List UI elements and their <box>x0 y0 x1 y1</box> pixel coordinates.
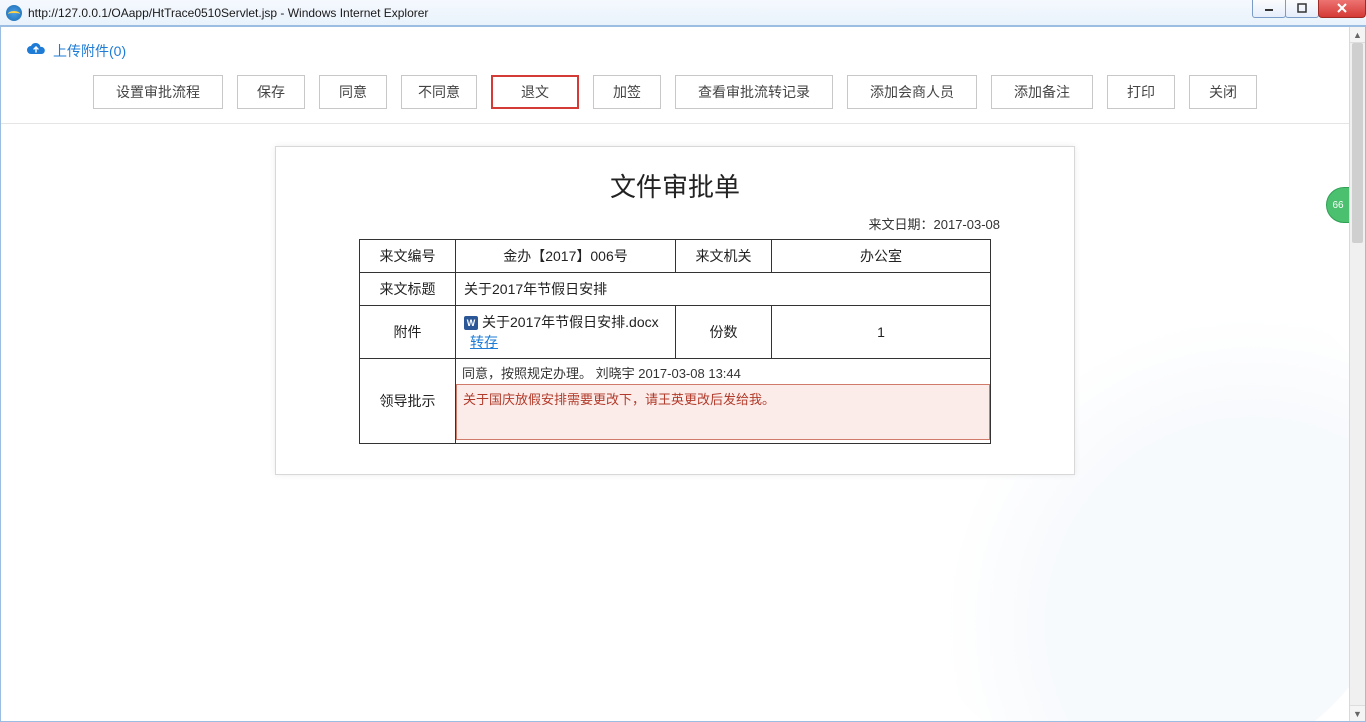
approval-table: 来文编号 金办【2017】006号 来文机关 办公室 来文标题 关于2017年节… <box>359 239 991 444</box>
view-log-button[interactable]: 查看审批流转记录 <box>675 75 833 109</box>
scroll-up-arrow[interactable]: ▲ <box>1350 27 1365 43</box>
attach-cell: W 关于2017年节假日安排.docx 转存 <box>456 306 676 359</box>
copies-value: 1 <box>772 306 991 359</box>
close-window-button[interactable] <box>1318 0 1366 18</box>
scroll-thumb[interactable] <box>1352 43 1363 243</box>
receive-date-value: 2017-03-08 <box>934 217 1001 232</box>
vertical-scrollbar[interactable]: ▲ ▼ <box>1349 27 1365 721</box>
sign-button[interactable]: 加签 <box>593 75 661 109</box>
page-content: 66 上传附件(0) 设置审批流程保存同意不同意退文加签查看审批流转记录添加会商… <box>1 27 1349 721</box>
window-controls <box>1253 0 1366 18</box>
table-row: 来文编号 金办【2017】006号 来文机关 办公室 <box>360 240 991 273</box>
maximize-button[interactable] <box>1285 0 1319 18</box>
approval-form-card: 文件审批单 来文日期：2017-03-08 来文编号 金办【2017】006号 … <box>275 146 1075 475</box>
add-member-button[interactable]: 添加会商人员 <box>847 75 977 109</box>
table-row: 领导批示 同意，按照规定办理。 刘晓宇 2017-03-08 13:44 <box>360 359 991 444</box>
org-label: 来文机关 <box>676 240 772 273</box>
instruction-textarea[interactable] <box>456 384 990 440</box>
action-toolbar: 设置审批流程保存同意不同意退文加签查看审批流转记录添加会商人员添加备注打印关闭 <box>1 71 1349 124</box>
table-row: 附件 W 关于2017年节假日安排.docx 转存 份数 1 <box>360 306 991 359</box>
org-value: 办公室 <box>772 240 991 273</box>
doc-no-value: 金办【2017】006号 <box>456 240 676 273</box>
doc-no-label: 来文编号 <box>360 240 456 273</box>
form-panel-area: 文件审批单 来文日期：2017-03-08 来文编号 金办【2017】006号 … <box>1 124 1349 708</box>
disagree-button[interactable]: 不同意 <box>401 75 477 109</box>
window-title: http://127.0.0.1/OAapp/HtTrace0510Servle… <box>28 6 428 20</box>
minimize-button[interactable] <box>1252 0 1286 18</box>
attach-label: 附件 <box>360 306 456 359</box>
save-button[interactable]: 保存 <box>237 75 305 109</box>
print-button[interactable]: 打印 <box>1107 75 1175 109</box>
viewport: 66 上传附件(0) 设置审批流程保存同意不同意退文加签查看审批流转记录添加会商… <box>0 26 1366 722</box>
instruction-label: 领导批示 <box>360 359 456 444</box>
table-row: 来文标题 关于2017年节假日安排 <box>360 273 991 306</box>
attach-save-link[interactable]: 转存 <box>470 334 498 350</box>
upload-row: 上传附件(0) <box>1 27 1349 71</box>
return-button[interactable]: 退文 <box>491 75 579 109</box>
attach-filename[interactable]: 关于2017年节假日安排.docx <box>482 314 659 330</box>
receive-date-label: 来文日期： <box>868 217 933 232</box>
previous-instruction: 同意，按照规定办理。 刘晓宇 2017-03-08 13:44 <box>456 359 990 384</box>
instruction-cell: 同意，按照规定办理。 刘晓宇 2017-03-08 13:44 <box>456 359 991 444</box>
ie-icon <box>6 5 22 21</box>
upload-attachment-link[interactable]: 上传附件(0) <box>53 41 126 61</box>
form-title: 文件审批单 <box>304 167 1046 204</box>
subject-label: 来文标题 <box>360 273 456 306</box>
agree-button[interactable]: 同意 <box>319 75 387 109</box>
copies-label: 份数 <box>676 306 772 359</box>
add-note-button[interactable]: 添加备注 <box>991 75 1093 109</box>
set-flow-button[interactable]: 设置审批流程 <box>93 75 223 109</box>
scroll-down-arrow[interactable]: ▼ <box>1350 705 1365 721</box>
word-file-icon: W <box>464 316 478 330</box>
receive-date-row: 来文日期：2017-03-08 <box>304 214 1046 233</box>
close-button[interactable]: 关闭 <box>1189 75 1257 109</box>
window-titlebar: http://127.0.0.1/OAapp/HtTrace0510Servle… <box>0 0 1366 26</box>
cloud-upload-icon <box>25 42 47 61</box>
subject-value: 关于2017年节假日安排 <box>456 273 991 306</box>
